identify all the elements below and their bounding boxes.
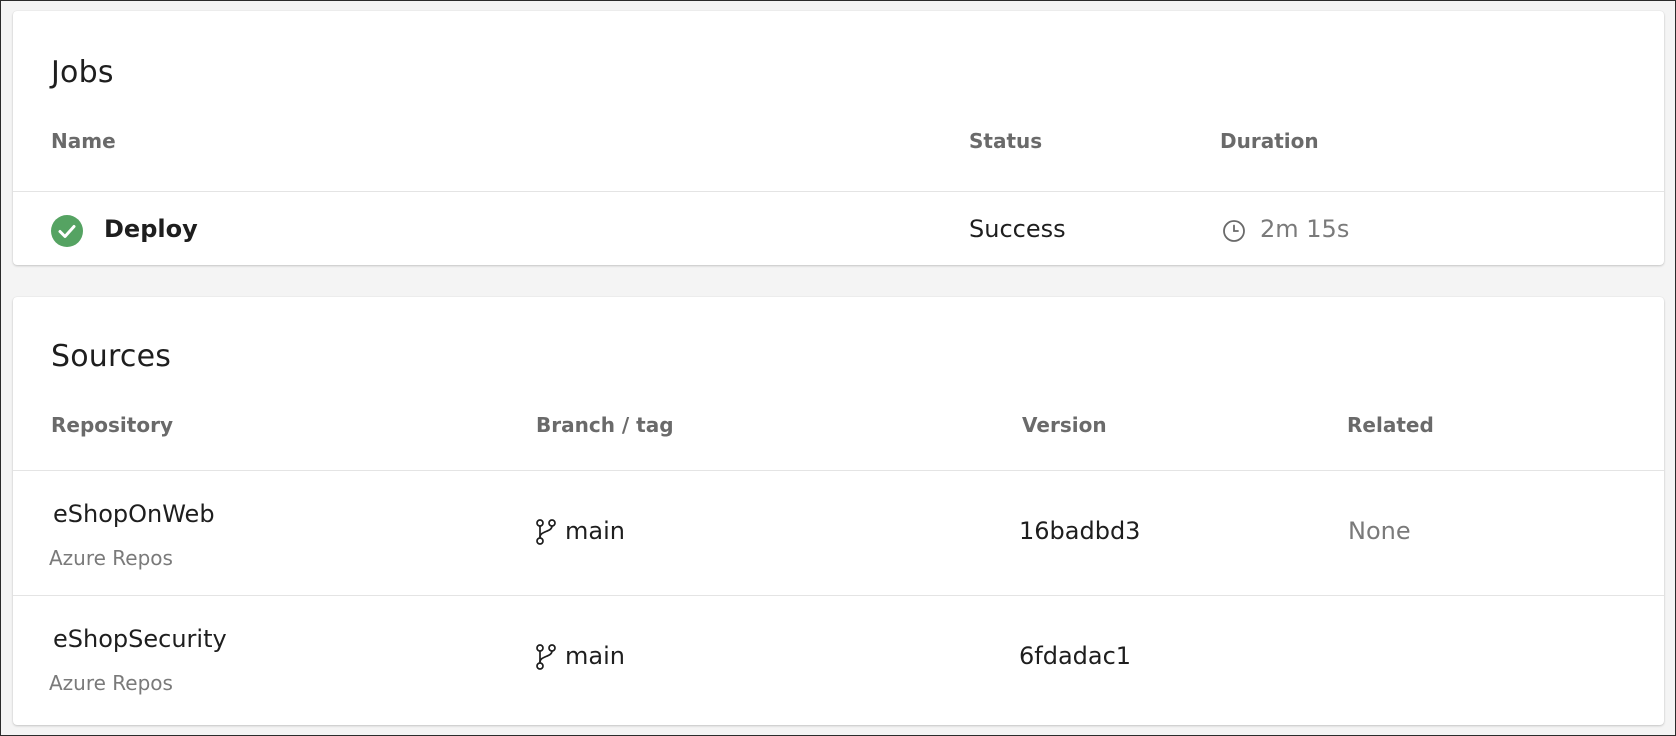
- source-related: None: [1348, 517, 1411, 545]
- branch-icon: [534, 643, 558, 675]
- source-repository-name[interactable]: eShopOnWeb: [53, 500, 215, 528]
- jobs-title: Jobs: [51, 55, 114, 90]
- job-name[interactable]: Deploy: [104, 215, 198, 243]
- source-branch[interactable]: main: [565, 642, 625, 670]
- source-provider: Azure Repos: [49, 546, 173, 570]
- jobs-column-status[interactable]: Status: [969, 129, 1042, 153]
- clock-icon: [1222, 219, 1246, 247]
- jobs-column-duration[interactable]: Duration: [1220, 129, 1319, 153]
- jobs-column-name[interactable]: Name: [51, 129, 116, 153]
- sources-column-version[interactable]: Version: [1022, 413, 1107, 437]
- sources-column-related[interactable]: Related: [1347, 413, 1434, 437]
- jobs-card: Jobs Name Status Duration Deploy Success…: [13, 11, 1664, 265]
- job-status: Success: [969, 215, 1066, 243]
- page-frame: Jobs Name Status Duration Deploy Success…: [0, 0, 1676, 736]
- source-row[interactable]: eShopOnWeb Azure Repos main 16badbd3 Non…: [13, 471, 1664, 595]
- sources-card: Sources Repository Branch / tag Version …: [13, 297, 1664, 725]
- source-repository-name[interactable]: eShopSecurity: [53, 625, 227, 653]
- source-version[interactable]: 16badbd3: [1019, 517, 1140, 545]
- source-row[interactable]: eShopSecurity Azure Repos main 6fdadac1: [13, 596, 1664, 720]
- source-branch[interactable]: main: [565, 517, 625, 545]
- sources-title: Sources: [51, 339, 172, 374]
- job-duration: 2m 15s: [1260, 215, 1350, 243]
- sources-column-branch[interactable]: Branch / tag: [536, 413, 674, 437]
- branch-icon: [534, 518, 558, 550]
- sources-column-repository[interactable]: Repository: [51, 413, 173, 437]
- source-version[interactable]: 6fdadac1: [1019, 642, 1131, 670]
- job-row-deploy[interactable]: Deploy Success 2m 15s: [13, 192, 1664, 265]
- source-provider: Azure Repos: [49, 671, 173, 695]
- success-check-icon: [51, 215, 83, 247]
